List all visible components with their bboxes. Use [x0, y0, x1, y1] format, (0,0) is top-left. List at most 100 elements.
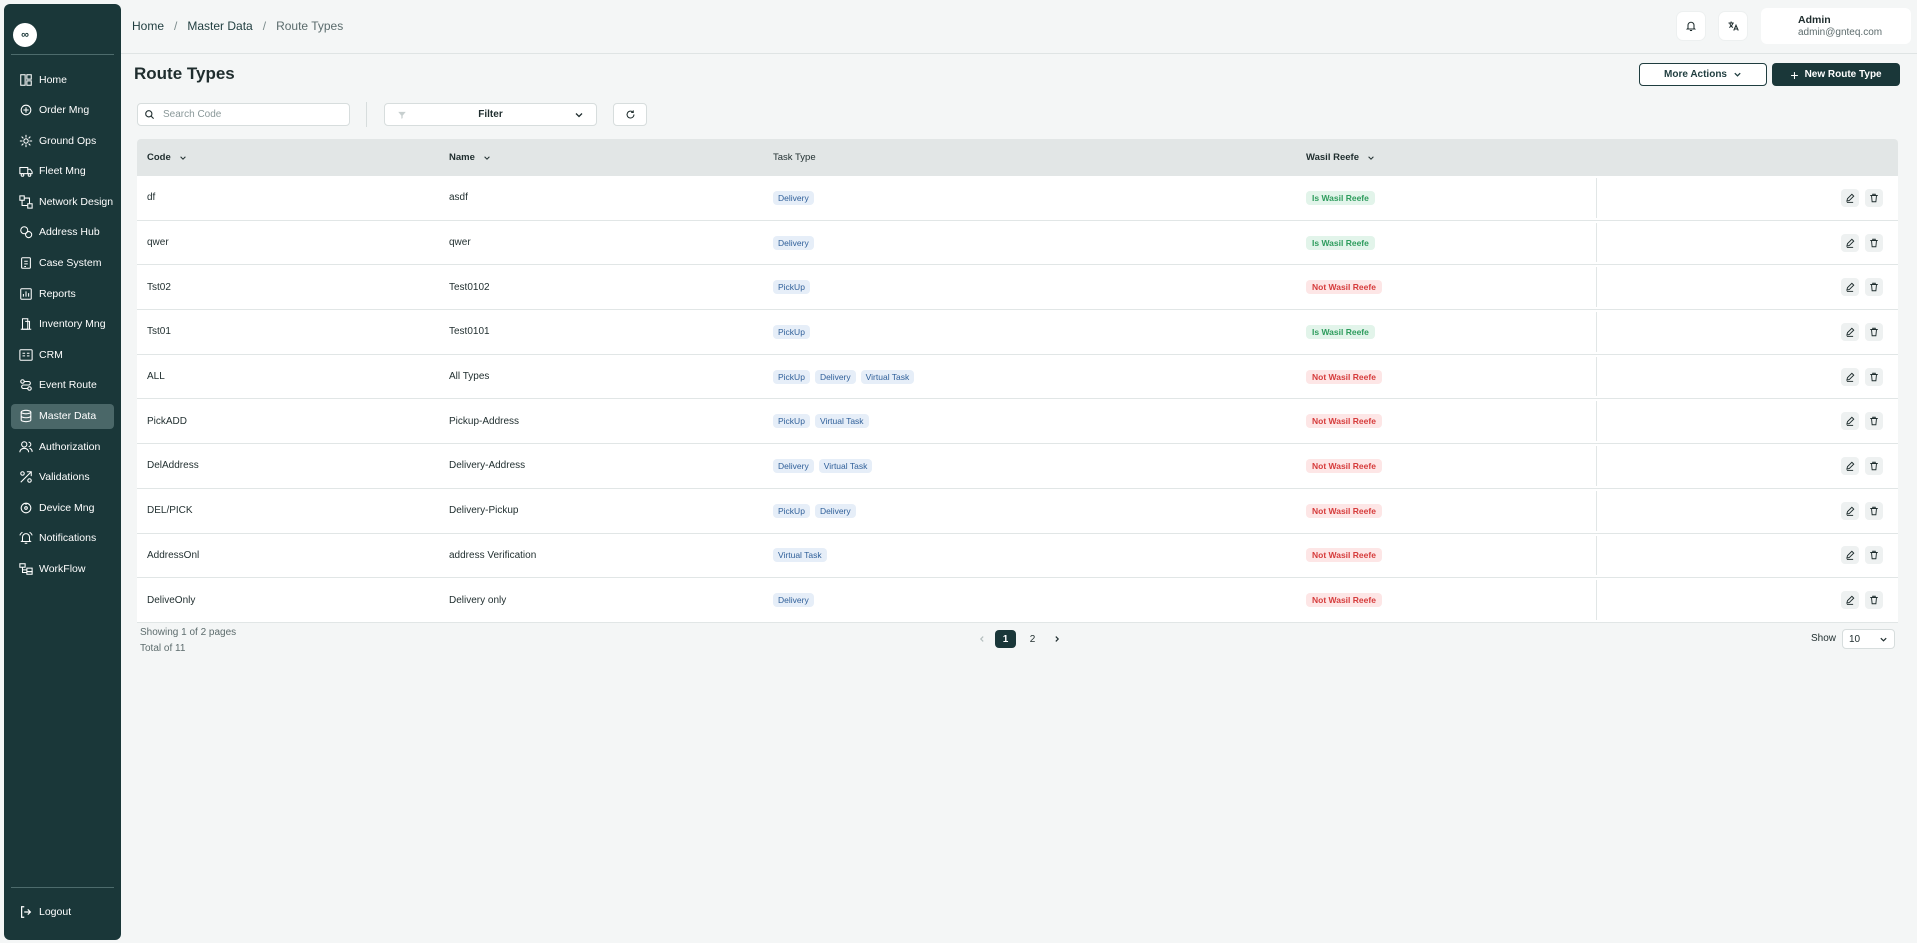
sidebar-item-device-mng[interactable]: Device Mng [11, 495, 114, 520]
page-size-select[interactable]: 10 [1842, 629, 1895, 649]
logout-button[interactable]: Logout [11, 900, 114, 924]
edit-button[interactable] [1841, 278, 1859, 297]
cell-name: Delivery-Pickup [449, 505, 519, 517]
delete-button[interactable] [1865, 412, 1883, 431]
breadcrumb-separator: / [262, 19, 267, 33]
table-row[interactable]: df asdf Delivery Is Wasil Reefe [137, 176, 1898, 221]
chevron-down-icon [575, 112, 583, 117]
truck-icon [19, 167, 33, 178]
delete-button[interactable] [1865, 591, 1883, 610]
sidebar-item-notifications[interactable]: Notifications [11, 526, 114, 551]
table-row[interactable]: DelAddress Delivery-Address Delivery Virtua… [137, 444, 1898, 489]
user-menu[interactable]: Admin admin@gnteq.com [1761, 8, 1911, 44]
delete-button[interactable] [1865, 188, 1883, 207]
edit-button[interactable] [1841, 412, 1859, 431]
sidebar-item-home[interactable]: Home [11, 67, 114, 92]
refresh-button[interactable] [613, 103, 647, 126]
sidebar-item-crm[interactable]: CRM [11, 342, 114, 367]
new-route-type-button[interactable]: + New Route Type [1772, 63, 1900, 86]
table-row[interactable]: PickADD Pickup-Address PickUp Virtual Task N… [137, 399, 1898, 445]
column-label: Wasil Reefe [1306, 152, 1359, 163]
edit-button[interactable] [1841, 233, 1859, 252]
table-row[interactable]: ALL All Types PickUp Delivery Virtual Task No… [137, 354, 1898, 400]
table-row[interactable]: DEL/PICK Delivery-Pickup PickUp Delivery Not… [137, 488, 1898, 534]
more-actions-label: More Actions [1664, 69, 1727, 80]
delete-button[interactable] [1865, 278, 1883, 297]
column-divider [1596, 490, 1597, 531]
sidebar-item-workflow[interactable]: WorkFlow [11, 557, 114, 582]
delete-button[interactable] [1865, 233, 1883, 252]
next-page-button[interactable] [1049, 630, 1064, 648]
table-row[interactable]: Tst02 Test0102 PickUp Not Wasil Reefe [137, 265, 1898, 311]
task-type-chip: PickUp [773, 280, 810, 295]
sidebar-item-master-data[interactable]: Master Data [11, 403, 114, 429]
notifications-button[interactable] [1677, 12, 1705, 40]
column-header-code[interactable]: Code [147, 152, 187, 163]
trash-icon [1870, 327, 1878, 337]
sidebar-item-case-system[interactable]: Case System [11, 251, 114, 276]
edit-button[interactable] [1841, 501, 1859, 520]
network-icon [19, 195, 33, 209]
delete-button[interactable] [1865, 456, 1883, 475]
pencil-icon [1846, 506, 1855, 516]
cell-code: df [147, 192, 156, 204]
sidebar-item-address-hub[interactable]: Address Hub [11, 220, 114, 245]
cell-task-types: PickUp Virtual Task [773, 414, 869, 429]
translate-icon [1728, 21, 1739, 31]
trash-icon [1870, 551, 1878, 560]
search-input[interactable] [163, 109, 333, 120]
cell-code: PickADD [147, 415, 188, 427]
cell-code: AddressOnl [147, 549, 200, 561]
page-button[interactable]: 1 [995, 630, 1016, 648]
edit-button[interactable] [1841, 367, 1859, 386]
trash-icon [1870, 238, 1878, 247]
cell-name: address Verification [449, 549, 537, 561]
breadcrumb-home[interactable]: Home [132, 19, 164, 33]
app-logo[interactable]: ∞ [13, 23, 37, 47]
database-icon [20, 409, 32, 423]
sidebar-item-authorization[interactable]: Authorization [11, 434, 114, 459]
delete-button[interactable] [1865, 546, 1883, 565]
task-type-chip: Delivery [814, 369, 856, 384]
breadcrumb-separator: / [174, 19, 178, 33]
breadcrumb-master-data[interactable]: Master Data [187, 19, 252, 33]
edit-button[interactable] [1841, 322, 1859, 341]
sidebar-item-fleet-mng[interactable]: Fleet Mng [11, 159, 114, 184]
edit-button[interactable] [1841, 188, 1859, 207]
sidebar-item-event-route[interactable]: Event Route [11, 373, 114, 398]
delete-button[interactable] [1865, 322, 1883, 341]
table-row[interactable]: AddressOnl address Verification Virtual Ta… [137, 533, 1898, 579]
toolbar-divider [366, 102, 367, 127]
sidebar-item-validations[interactable]: Validations [11, 465, 114, 490]
sidebar-item-network-design[interactable]: Network Design [11, 189, 114, 214]
delete-button[interactable] [1865, 367, 1883, 386]
cell-task-types: PickUp [773, 280, 810, 295]
table-row[interactable]: Tst01 Test0101 PickUp Is Wasil Reefe [137, 310, 1898, 355]
pencil-icon [1846, 327, 1855, 337]
cell-name: Test0101 [449, 326, 490, 338]
plus-icon: + [1790, 66, 1799, 83]
prev-page-button[interactable] [974, 630, 989, 648]
column-header-name[interactable]: Name [449, 152, 491, 163]
sidebar-item-inventory-mng[interactable]: Inventory Mng [11, 312, 114, 337]
pencil-icon [1846, 416, 1855, 427]
address-icon [20, 226, 33, 239]
edit-button[interactable] [1841, 456, 1859, 475]
table-row[interactable]: qwer qwer Delivery Is Wasil Reefe [137, 220, 1898, 266]
more-actions-button[interactable]: More Actions [1639, 63, 1767, 86]
language-button[interactable] [1719, 12, 1747, 40]
cell-wasil-reefe: Not Wasil Reefe [1306, 458, 1382, 473]
refresh-icon [626, 110, 634, 119]
table-row[interactable]: DeliveOnly Delivery only Delivery Not Wasil… [137, 578, 1898, 623]
page-button[interactable]: 2 [1022, 630, 1043, 648]
edit-button[interactable] [1841, 546, 1859, 565]
sidebar-item-reports[interactable]: Reports [11, 281, 114, 306]
column-header-wasil-reefe[interactable]: Wasil Reefe [1306, 152, 1375, 163]
sidebar-item-ground-ops[interactable]: Ground Ops [11, 128, 114, 153]
status-badge: Not Wasil Reefe [1306, 503, 1382, 518]
edit-button[interactable] [1841, 591, 1859, 610]
sidebar-item-order-mng[interactable]: Order Mng [11, 98, 114, 123]
delete-button[interactable] [1865, 501, 1883, 520]
filter-dropdown[interactable]: Filter [384, 103, 597, 126]
column-label: Task Type [773, 152, 816, 163]
